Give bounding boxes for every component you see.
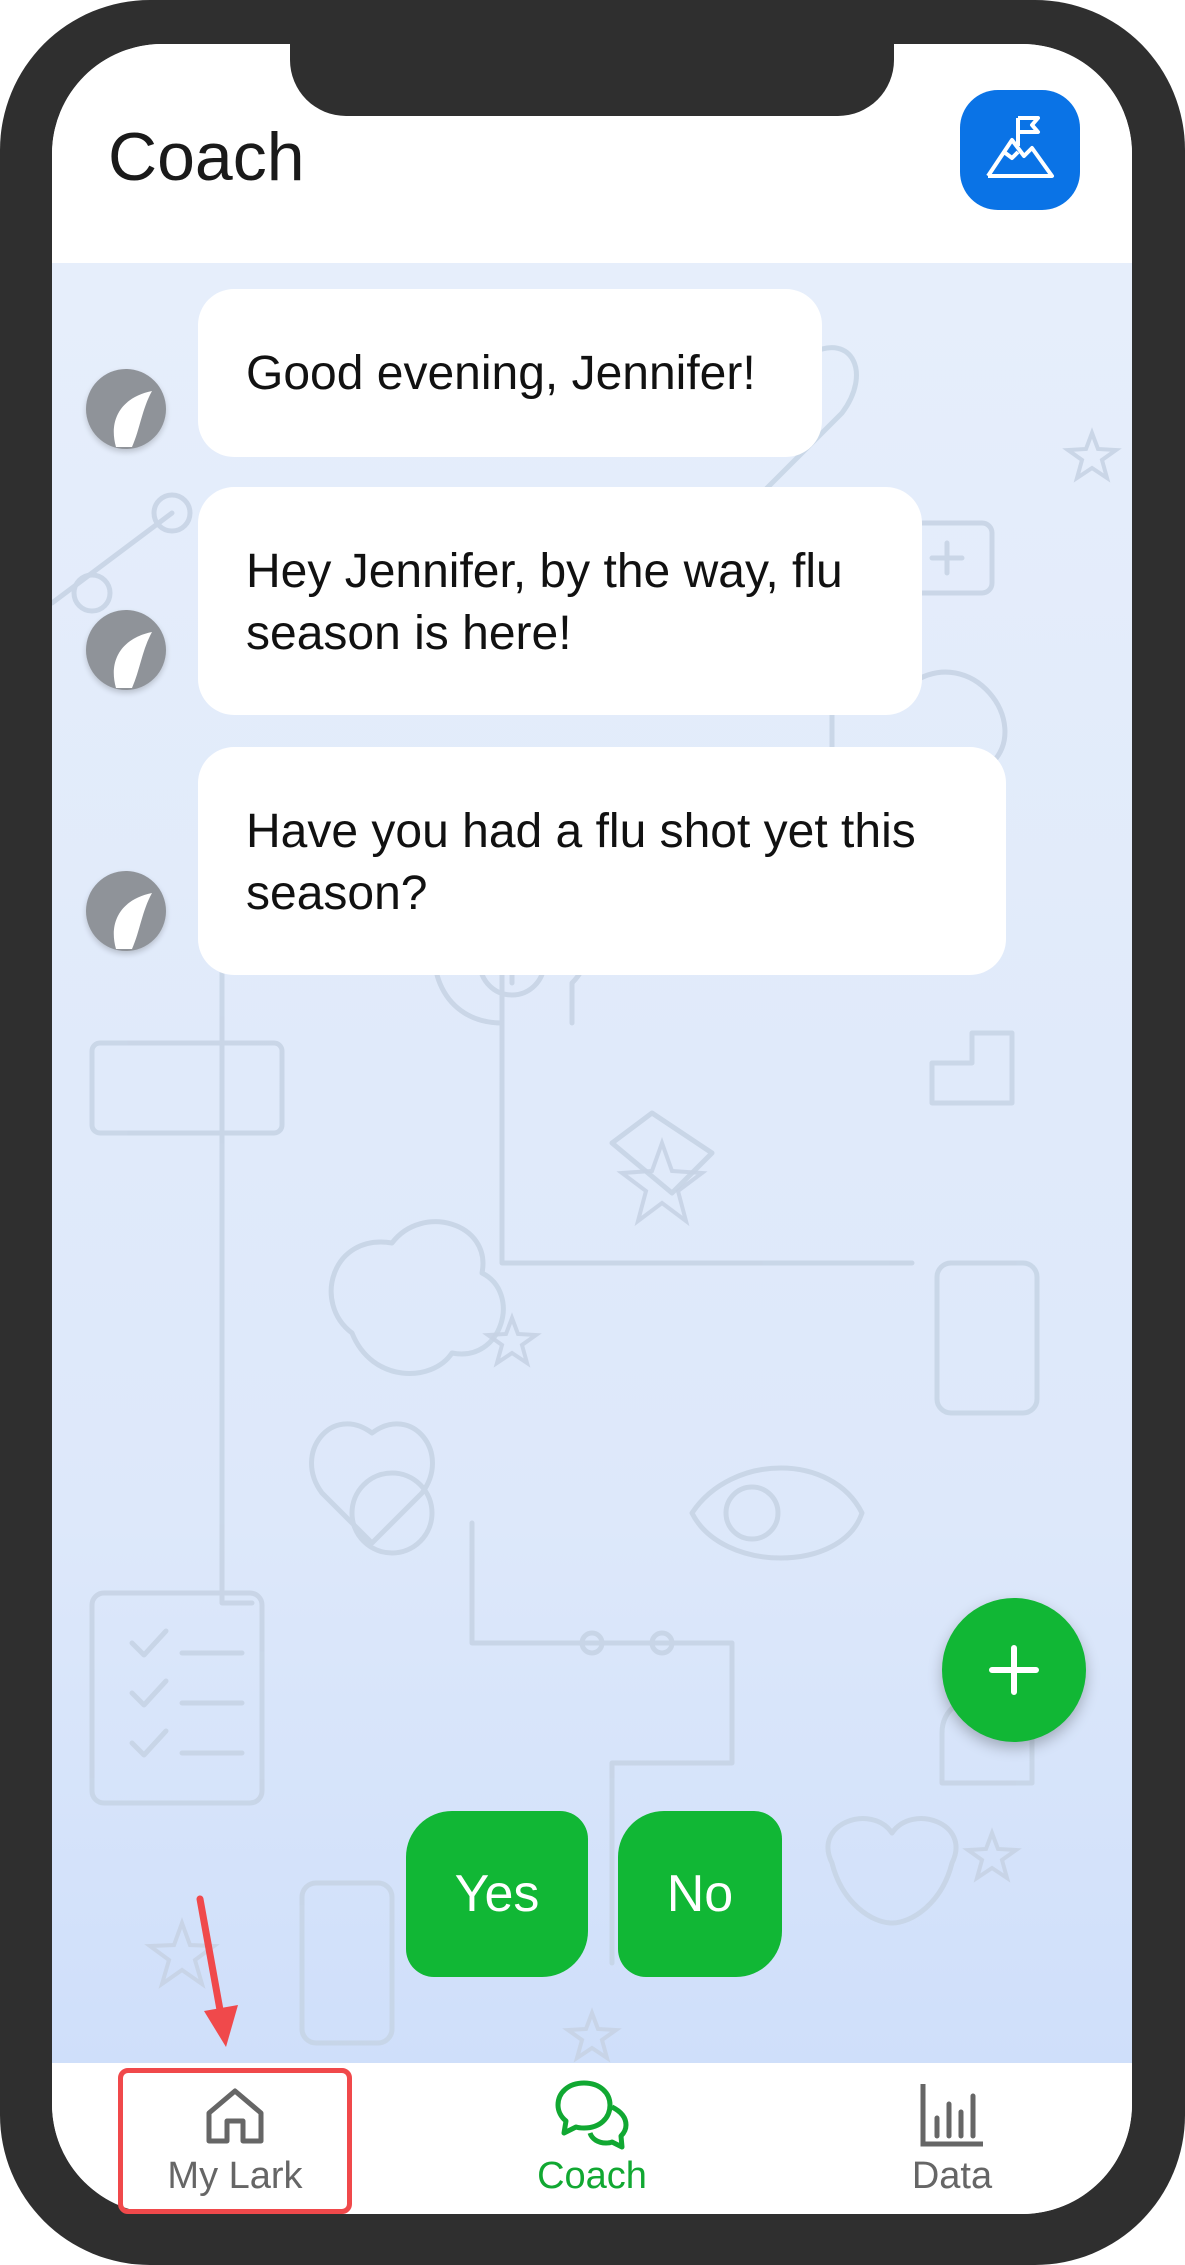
tab-data[interactable]: Data bbox=[802, 2063, 1102, 2214]
plus-icon bbox=[989, 1645, 1039, 1695]
annotation-arrow bbox=[196, 1895, 238, 2047]
add-button[interactable] bbox=[942, 1598, 1086, 1742]
bar-chart-icon bbox=[920, 2084, 983, 2147]
lark-bird-icon bbox=[113, 391, 152, 447]
phone-screen: Coach Good evening, Jennifer! Hey Jennif… bbox=[52, 44, 1132, 2214]
chat-area[interactable]: Good evening, Jennifer! Hey Jennifer, by… bbox=[52, 263, 1132, 2063]
goals-button[interactable] bbox=[960, 90, 1080, 210]
tab-coach[interactable]: Coach bbox=[442, 2063, 742, 2214]
message-bubble: Have you had a flu shot yet this season? bbox=[198, 747, 1006, 975]
message-bubble: Good evening, Jennifer! bbox=[198, 289, 822, 457]
lark-bird-icon bbox=[113, 632, 152, 688]
phone-notch bbox=[290, 44, 894, 116]
page-title: Coach bbox=[108, 119, 305, 195]
no-button[interactable]: No bbox=[618, 1811, 782, 1977]
lark-bird-icon bbox=[113, 893, 152, 949]
message-bubble: Hey Jennifer, by the way, flu season is … bbox=[198, 487, 922, 715]
chat-bubbles-icon bbox=[555, 2080, 629, 2150]
coach-avatar bbox=[86, 369, 166, 449]
yes-button[interactable]: Yes bbox=[406, 1811, 588, 1977]
coach-avatar bbox=[86, 871, 166, 951]
tab-label: Data bbox=[911, 2155, 993, 2197]
coach-avatar bbox=[86, 610, 166, 690]
annotation-highlight-box bbox=[118, 2068, 352, 2214]
mountain-flag-icon bbox=[986, 116, 1054, 178]
tab-label: Coach bbox=[537, 2155, 647, 2197]
